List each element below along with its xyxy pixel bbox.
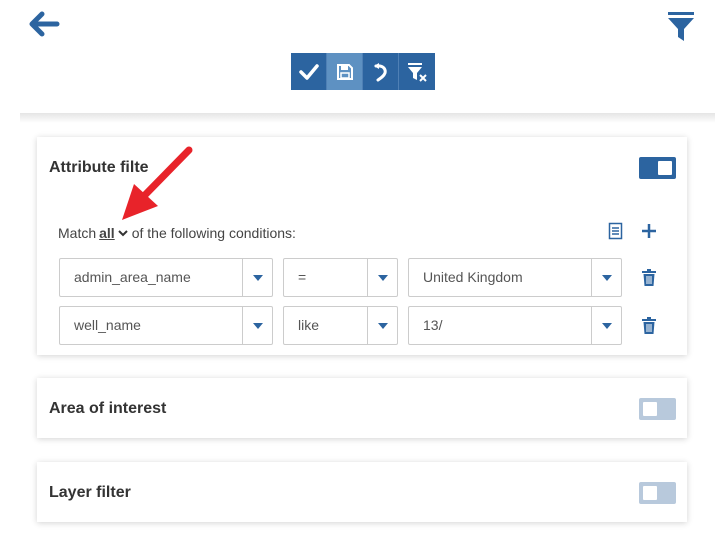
operator-select-value: like [298,317,320,333]
caret-down-icon [367,259,397,296]
undo-icon [373,62,387,81]
caret-down-icon [367,307,397,344]
field-select-value: admin_area_name [74,269,191,285]
layer-filter-title: Layer filter [49,484,131,501]
value-select-value: 13/ [423,317,443,333]
clear-filter-button[interactable] [399,53,435,90]
match-prefix: Match [58,225,97,241]
clear-filter-icon [408,62,427,82]
checkmark-icon [298,63,319,80]
caret-down-icon [242,259,272,296]
funnel-icon [668,12,694,41]
delete-condition-button[interactable] [642,269,656,286]
save-button[interactable] [327,53,363,90]
condition-field-select[interactable]: well_name [59,306,273,345]
area-of-interest-title: Area of interest [49,400,167,417]
toggle-knob [658,161,672,175]
filter-toolbar [291,53,435,90]
add-condition-button[interactable] [640,222,658,240]
layer-filter-toggle[interactable] [639,482,676,504]
save-icon [336,63,353,80]
plus-icon [642,224,656,238]
list-icon [608,222,623,240]
toggle-knob [643,486,657,500]
condition-value-select[interactable]: 13/ [408,306,622,345]
layer-filter-card: Layer filter [37,462,687,522]
field-select-value: well_name [74,317,141,333]
attribute-filter-title: Attribute filte [49,159,149,176]
list-view-button[interactable] [608,222,624,240]
condition-value-select[interactable]: United Kingdom [408,258,622,297]
condition-operator-select[interactable]: = [283,258,398,297]
area-of-interest-card: Area of interest [37,378,687,438]
header-divider [20,113,715,123]
undo-button[interactable] [363,53,399,90]
toggle-knob [643,402,657,416]
attribute-filter-toggle[interactable] [639,157,676,179]
condition-field-select[interactable]: admin_area_name [59,258,273,297]
match-mode-dropdown[interactable]: all [99,225,115,241]
apply-button[interactable] [291,53,327,90]
trash-icon [642,317,656,334]
value-select-value: United Kingdom [423,269,523,285]
delete-condition-button[interactable] [642,317,656,334]
caret-down-icon [591,307,621,344]
area-of-interest-toggle[interactable] [639,398,676,420]
match-condition-line: Match all of the following conditions: [58,225,296,241]
operator-select-value: = [298,269,307,285]
back-button[interactable] [28,10,60,42]
caret-down-icon [242,307,272,344]
match-suffix: of the following conditions: [131,225,296,241]
trash-icon [642,269,656,286]
chevron-down-icon[interactable] [117,229,128,237]
arrow-left-icon [29,11,60,37]
condition-operator-select[interactable]: like [283,306,398,345]
attribute-filter-card: Attribute filte Match all of the followi… [37,137,687,355]
filter-menu-button[interactable] [666,10,696,44]
caret-down-icon [591,259,621,296]
